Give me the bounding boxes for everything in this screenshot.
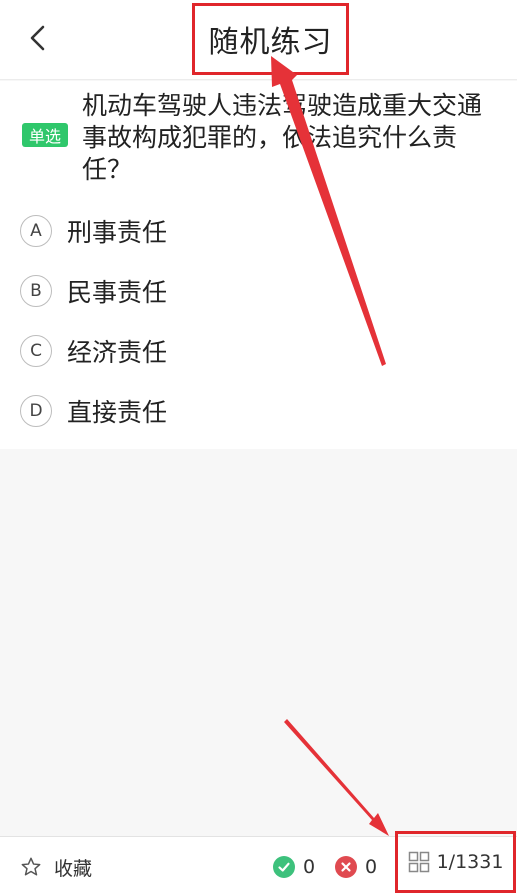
favorite-button[interactable]: 收藏 bbox=[20, 854, 92, 880]
option-b[interactable]: B 民事责任 bbox=[20, 271, 320, 311]
option-letter: A bbox=[20, 215, 52, 247]
option-text: 经济责任 bbox=[67, 338, 168, 367]
correct-count-value: 0 bbox=[303, 856, 316, 878]
option-letter: D bbox=[20, 395, 52, 427]
title-annotation-box: 随机练习 bbox=[192, 3, 349, 75]
wrong-count: 0 bbox=[335, 854, 377, 880]
chevron-left-icon bbox=[30, 25, 45, 51]
grid-icon bbox=[408, 851, 429, 873]
arrow-to-progress bbox=[284, 719, 389, 836]
back-button[interactable] bbox=[18, 18, 58, 58]
option-letter: B bbox=[20, 275, 52, 307]
question-type-badge: 单选 bbox=[22, 123, 68, 147]
option-letter: C bbox=[20, 335, 52, 367]
option-text: 刑事责任 bbox=[67, 218, 168, 247]
correct-count: 0 bbox=[273, 854, 315, 880]
favorite-label: 收藏 bbox=[54, 857, 93, 880]
star-outline-icon bbox=[21, 857, 41, 876]
question-area: 单选 机动车驾驶人违法驾驶造成重大交通事故构成犯罪的，依法追究什么责任？ A 刑… bbox=[0, 81, 517, 449]
close-circle-icon bbox=[335, 856, 357, 878]
wrong-count-value: 0 bbox=[365, 856, 378, 878]
app-header: 随机练习 bbox=[0, 0, 517, 80]
question-progress-button[interactable]: 1/1331 bbox=[395, 831, 516, 893]
check-circle-icon bbox=[273, 856, 295, 878]
option-text: 直接责任 bbox=[67, 398, 168, 427]
option-a[interactable]: A 刑事责任 bbox=[20, 211, 320, 251]
progress-counter: 1/1331 bbox=[436, 851, 504, 873]
page-title: 随机练习 bbox=[208, 25, 333, 60]
question-text: 机动车驾驶人违法驾驶造成重大交通事故构成犯罪的，依法追究什么责任？ bbox=[82, 91, 483, 184]
option-text: 民事责任 bbox=[67, 278, 168, 307]
option-d[interactable]: D 直接责任 bbox=[20, 391, 320, 431]
option-c[interactable]: C 经济责任 bbox=[20, 331, 320, 371]
